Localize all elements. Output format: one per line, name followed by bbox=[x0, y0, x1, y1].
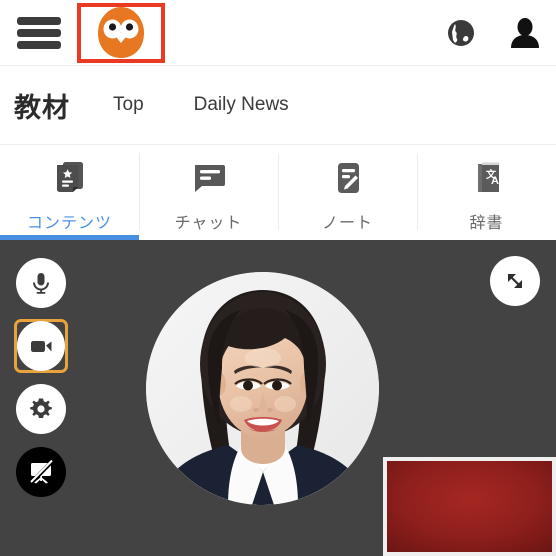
dictionary-translate-icon: 文 A bbox=[466, 156, 508, 200]
self-view-thumbnail[interactable] bbox=[383, 457, 556, 556]
tab-label: チャット bbox=[174, 215, 243, 232]
nav-link-daily-news[interactable]: Daily News bbox=[194, 94, 289, 116]
tab-contents[interactable]: コンテンツ bbox=[0, 145, 139, 240]
settings-control[interactable] bbox=[14, 382, 68, 436]
expand-button[interactable] bbox=[490, 256, 540, 306]
section-nav: 教材 Top Daily News bbox=[0, 66, 556, 145]
note-pencil-icon bbox=[327, 156, 369, 200]
call-controls bbox=[14, 256, 68, 499]
tab-dictionary[interactable]: 文 A 辞書 bbox=[417, 145, 556, 240]
hamburger-bar bbox=[17, 29, 61, 37]
menu-hamburger-button[interactable] bbox=[17, 14, 61, 52]
microphone-control[interactable] bbox=[14, 256, 68, 310]
participant-avatar bbox=[146, 272, 379, 505]
camera-control[interactable] bbox=[14, 319, 68, 373]
tab-note[interactable]: ノート bbox=[278, 145, 417, 240]
video-camera-icon bbox=[31, 341, 52, 352]
owl-logo-icon bbox=[81, 7, 161, 59]
tab-label: ノート bbox=[321, 215, 373, 232]
header-actions bbox=[446, 0, 542, 66]
tab-chat[interactable]: チャット bbox=[139, 145, 278, 240]
tab-label: コンテンツ bbox=[26, 215, 112, 232]
tab-bar: コンテンツ チャット ノート 文 A 辞書 bbox=[0, 145, 556, 240]
camera-button[interactable] bbox=[17, 321, 65, 371]
expand-arrows-icon bbox=[508, 274, 522, 288]
whiteboard-off-button[interactable] bbox=[16, 447, 66, 497]
contents-book-star-icon bbox=[49, 156, 91, 200]
svg-text:A: A bbox=[491, 175, 499, 187]
account-person-icon[interactable] bbox=[508, 16, 542, 50]
globe-icon[interactable] bbox=[446, 18, 476, 48]
hamburger-bar bbox=[17, 17, 61, 25]
microphone-button[interactable] bbox=[16, 258, 66, 308]
self-view-feed bbox=[387, 461, 552, 552]
owl-logo-button[interactable] bbox=[77, 3, 165, 63]
chat-bubble-icon bbox=[188, 156, 230, 200]
hamburger-bar bbox=[17, 41, 61, 49]
nav-link-top[interactable]: Top bbox=[113, 94, 144, 116]
whiteboard-off-icon bbox=[29, 459, 54, 485]
page-title: 教材 bbox=[14, 92, 70, 123]
whiteboard-control[interactable] bbox=[14, 445, 68, 499]
microphone-icon bbox=[33, 273, 49, 294]
tab-label: 辞書 bbox=[469, 215, 504, 232]
settings-button[interactable] bbox=[16, 384, 66, 434]
video-lesson-app: 教材 Top Daily News コンテンツ チャット ノート 文 A 辞書 bbox=[0, 0, 556, 556]
app-header bbox=[0, 0, 556, 66]
gear-icon bbox=[30, 398, 52, 418]
